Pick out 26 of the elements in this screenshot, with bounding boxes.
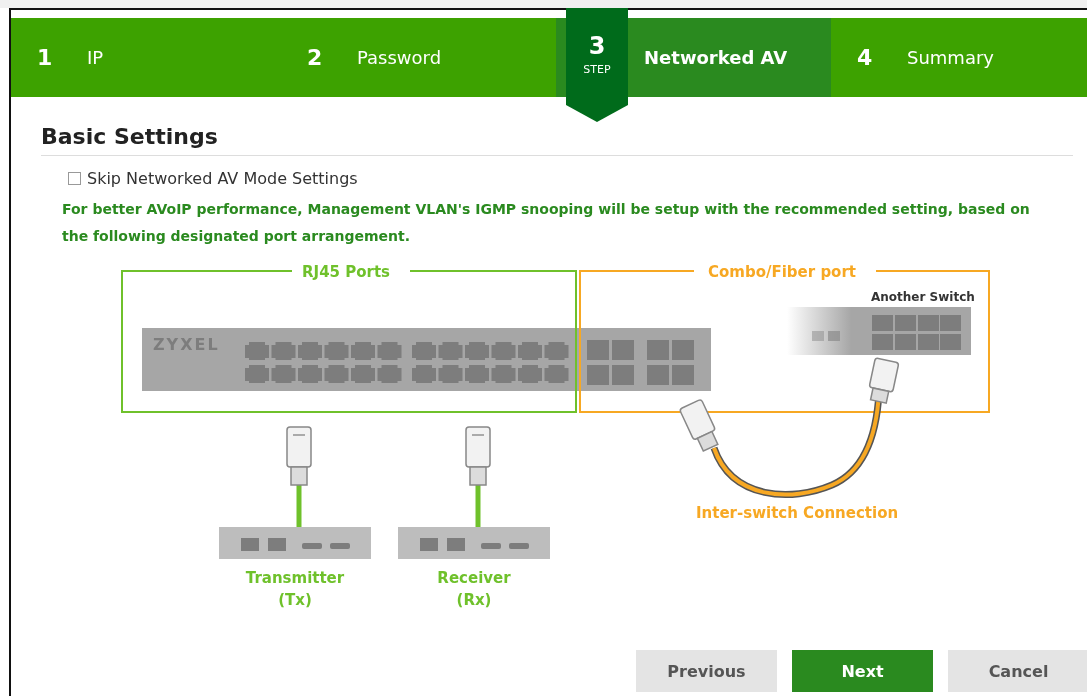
device-code: (Rx) (456, 590, 492, 611)
info-note: For better AVoIP performance, Management VLAN's IGMP snooping will be setup with the recommended setting, based on the following designated port arrangement. (62, 200, 1031, 246)
wizard-button[interactable]: Previous (636, 650, 777, 692)
step-label: Password (357, 47, 442, 68)
step-label: Summary (907, 47, 994, 68)
device-code: (Tx) (278, 590, 312, 611)
skip-checkbox[interactable]: Skip Networked AV Mode Settings (68, 169, 1073, 188)
step-number: 4 (856, 45, 874, 70)
group-label: RJ45 Ports (302, 263, 391, 281)
wizard-step[interactable]: 4 Summary (831, 18, 1087, 97)
checkbox-label: Skip Networked AV Mode Settings (87, 169, 358, 188)
device-name: Transmitter (245, 568, 345, 589)
step-number: 1 (36, 45, 54, 70)
step-label: IP (87, 47, 104, 68)
step-number: 3 (588, 32, 606, 60)
connection-label: Inter-switch Connection (696, 504, 899, 522)
device-name: Receiver (437, 568, 511, 589)
section-title: Basic Settings (41, 124, 1073, 156)
step-label: Networked AV (644, 47, 788, 68)
step-number: 2 (306, 45, 324, 70)
step-caption: STEP (583, 63, 611, 76)
wizard-button[interactable]: Cancel (948, 650, 1087, 692)
group-label: Combo/Fiber port (708, 263, 856, 281)
wizard-button[interactable]: Next (792, 650, 933, 692)
switch-label: Another Switch (871, 290, 975, 304)
checkbox[interactable] (68, 172, 81, 185)
